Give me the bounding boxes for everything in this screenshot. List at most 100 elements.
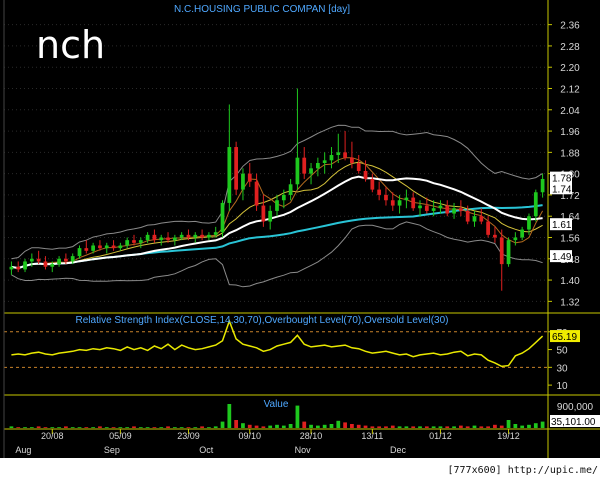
volume-bar <box>132 426 136 428</box>
candle-body <box>43 261 48 267</box>
volume-bar <box>91 427 95 428</box>
volume-tick-label: 900,000 <box>557 402 594 413</box>
price-tick-label: 1.32 <box>560 297 580 308</box>
candle-body <box>132 240 136 243</box>
price-tick-label: 1.96 <box>560 127 580 138</box>
candle-body <box>104 245 109 249</box>
volume-bar <box>506 420 511 428</box>
candle-body <box>493 234 497 238</box>
volume-bar <box>431 426 436 428</box>
volume-bar <box>241 423 245 428</box>
candle-body <box>431 208 436 211</box>
candle-body <box>16 266 21 270</box>
x-tick-label: 01/12 <box>429 431 452 441</box>
volume-bar <box>152 427 157 428</box>
candle-body <box>397 200 402 206</box>
x-tick-label: 28/10 <box>300 431 323 441</box>
candle-body <box>57 258 61 265</box>
volume-bar <box>302 421 307 428</box>
volume-bar <box>220 421 225 428</box>
candle-body <box>261 205 266 222</box>
volume-bar <box>16 427 21 428</box>
volume-bar <box>281 425 286 428</box>
candle-body <box>84 248 89 251</box>
rsi-tick-label: 10 <box>556 381 568 392</box>
month-label: Dec <box>390 445 407 455</box>
volume-bar <box>29 427 34 428</box>
x-tick-label: 19/12 <box>497 431 520 441</box>
volume-bar <box>370 426 375 428</box>
volume-bar <box>465 426 470 428</box>
volume-bar <box>200 426 204 428</box>
volume-bar <box>384 426 388 428</box>
volume-bar <box>499 425 504 428</box>
candle-body <box>152 234 157 241</box>
candle-body <box>166 237 170 241</box>
candle-body <box>527 216 531 230</box>
month-label: Sep <box>104 445 120 455</box>
volume-bar <box>479 426 484 428</box>
volume-bar <box>411 426 416 428</box>
candle-body <box>411 197 416 209</box>
rsi-tick-label: 50 <box>556 346 568 357</box>
candle-body <box>9 266 14 270</box>
candle-body <box>23 261 27 270</box>
candle-body <box>247 173 252 182</box>
volume-bar <box>166 426 170 428</box>
candle-body <box>445 205 450 214</box>
month-label: Oct <box>199 445 214 455</box>
candle-body <box>377 189 382 195</box>
candle-body <box>384 194 388 201</box>
price-tick-label: 2.12 <box>560 85 580 96</box>
candle-body <box>138 240 143 243</box>
volume-bar <box>315 425 320 428</box>
candle-body <box>329 155 334 161</box>
volume-bar <box>295 405 300 428</box>
volume-bar <box>513 424 518 428</box>
volume-bar <box>145 427 150 428</box>
volume-bar <box>43 427 48 428</box>
candle-body <box>370 178 375 190</box>
volume-bar <box>186 427 191 428</box>
volume-bar <box>493 424 497 428</box>
volume-title: Value <box>264 399 289 410</box>
volume-bar <box>377 426 382 428</box>
candle-body <box>479 216 484 222</box>
volume-bar <box>288 424 293 428</box>
volume-bar <box>98 426 102 428</box>
candle-body <box>64 258 68 262</box>
volume-bar <box>268 425 273 428</box>
price-marker-label: 1.74 <box>552 184 572 195</box>
ticker-symbol: nch <box>36 23 105 67</box>
volume-bar <box>533 423 538 428</box>
candle-body <box>288 184 293 195</box>
rsi-tick-label: 30 <box>556 363 568 374</box>
candle-body <box>111 245 116 249</box>
volume-bar <box>452 426 456 428</box>
volume-bar <box>125 427 130 428</box>
candle-body <box>50 264 55 267</box>
volume-bar <box>309 424 313 428</box>
price-tick-label: 2.28 <box>560 42 580 53</box>
candle-body <box>295 157 300 185</box>
volume-bar <box>343 422 347 428</box>
volume-bar <box>36 426 41 428</box>
x-tick-label: 13/11 <box>361 431 383 441</box>
volume-bar <box>23 427 27 428</box>
volume-bar <box>172 427 177 428</box>
volume-bar <box>254 425 259 428</box>
candle-body <box>315 163 320 169</box>
candle-body <box>91 245 95 251</box>
candle-body <box>70 256 75 262</box>
candle-body <box>227 147 232 203</box>
candle-body <box>98 245 102 249</box>
candle-body <box>145 234 150 241</box>
volume-bar <box>111 427 116 428</box>
candle-body <box>241 173 245 190</box>
candle-body <box>499 237 504 265</box>
volume-bar <box>404 426 409 428</box>
price-tick-label: 2.04 <box>560 106 580 117</box>
month-label: Nov <box>295 445 312 455</box>
candle-body <box>390 200 395 206</box>
candle-body <box>350 157 354 163</box>
